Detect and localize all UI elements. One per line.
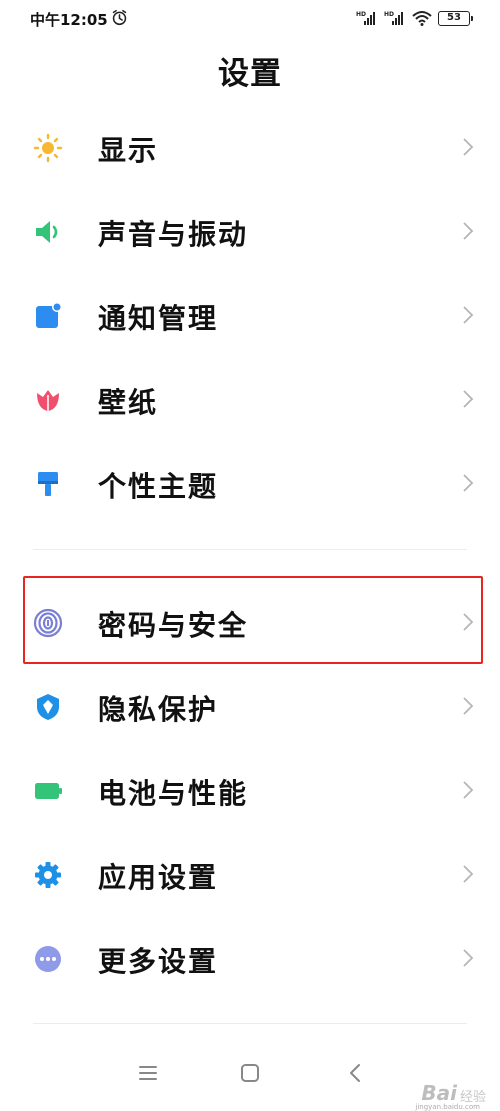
chevron-right-icon xyxy=(463,390,474,408)
sun-icon xyxy=(33,133,63,163)
settings-item-label: 应用设置 xyxy=(98,861,219,894)
bottom-divider xyxy=(33,1023,467,1024)
settings-item-label: 通知管理 xyxy=(98,302,219,335)
speaker-icon xyxy=(36,221,58,243)
settings-item-themes[interactable]: 个性主题 xyxy=(0,443,500,523)
watermark-url: jingyan.baidu.com xyxy=(415,1103,480,1111)
status-time: 中午12:05 xyxy=(30,11,108,29)
section-divider xyxy=(33,549,467,550)
menu-icon[interactable] xyxy=(135,1060,161,1086)
signal-hd-icon-2: HD xyxy=(384,11,403,25)
svg-text:HD: HD xyxy=(384,11,394,18)
settings-item-app-settings[interactable]: 应用设置 xyxy=(0,834,500,914)
wifi-icon xyxy=(412,11,432,26)
settings-item-label: 更多设置 xyxy=(98,945,219,978)
settings-item-label: 个性主题 xyxy=(98,470,219,503)
tulip-icon xyxy=(37,390,59,411)
battery-indicator: 53 xyxy=(438,10,473,26)
settings-item-privacy[interactable]: 隐私保护 xyxy=(0,666,500,746)
chevron-right-icon xyxy=(463,474,474,492)
more-dots-icon xyxy=(35,946,61,972)
settings-item-display[interactable]: 显示 xyxy=(0,107,500,187)
back-icon[interactable] xyxy=(343,1060,369,1086)
paintbrush-icon xyxy=(38,472,58,496)
battery-icon xyxy=(35,783,62,799)
chevron-right-icon xyxy=(463,222,474,240)
settings-item-sound[interactable]: 声音与振动 xyxy=(0,191,500,271)
signal-hd-icon: HD xyxy=(356,11,375,25)
settings-item-label: 声音与振动 xyxy=(98,218,249,251)
settings-item-wallpaper[interactable]: 壁纸 xyxy=(0,359,500,439)
svg-text:HD: HD xyxy=(356,11,366,18)
settings-item-label: 电池与性能 xyxy=(98,777,249,810)
chevron-right-icon xyxy=(463,138,474,156)
notification-icon xyxy=(36,302,62,328)
baidu-watermark: Bai 经验 xyxy=(421,1081,486,1105)
settings-item-more-settings[interactable]: 更多设置 xyxy=(0,918,500,998)
watermark-logo: Bai xyxy=(421,1081,457,1105)
chevron-right-icon xyxy=(463,697,474,715)
settings-item-label: 壁纸 xyxy=(98,386,159,419)
settings-item-notifications[interactable]: 通知管理 xyxy=(0,275,500,355)
chevron-right-icon xyxy=(463,781,474,799)
status-bar: 中午12:05 HD HD 53 xyxy=(0,0,500,36)
chevron-right-icon xyxy=(463,306,474,324)
home-icon[interactable] xyxy=(237,1060,263,1086)
highlight-annotation-box xyxy=(23,576,483,664)
shield-icon xyxy=(37,694,59,720)
chevron-right-icon xyxy=(463,865,474,883)
settings-item-battery-performance[interactable]: 电池与性能 xyxy=(0,750,500,830)
settings-item-label: 隐私保护 xyxy=(98,693,219,726)
page-title: 设置 xyxy=(218,56,282,92)
alarm-clock-icon xyxy=(112,9,127,26)
gear-icon xyxy=(35,862,61,888)
status-icons: HD HD 53 xyxy=(356,9,473,27)
chevron-right-icon xyxy=(463,949,474,967)
settings-item-label: 显示 xyxy=(98,134,159,167)
